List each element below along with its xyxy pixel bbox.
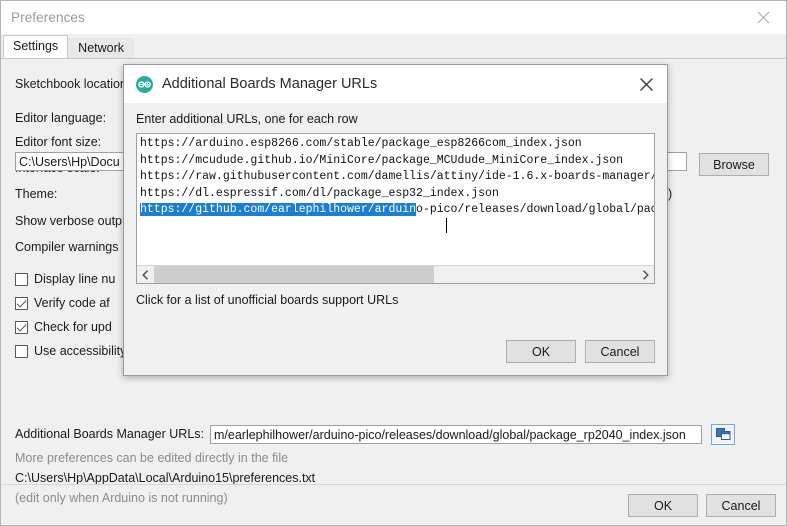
url-line-selected: https://github.com/earlephilhower/arduin…	[140, 202, 655, 219]
chevron-left-icon	[142, 269, 148, 280]
url-selection-highlight: https://github.com/earlephilhower/arduin	[140, 203, 417, 216]
window-titlebar: Preferences	[1, 1, 786, 34]
tab-network[interactable]: Network	[68, 38, 135, 59]
compiler-warnings-label: Compiler warnings	[15, 240, 119, 254]
browse-button[interactable]: Browse	[699, 153, 769, 176]
dialog-footer-buttons: OK Cancel	[506, 340, 655, 363]
unofficial-boards-hint-link[interactable]: Click for a list of unofficial boards su…	[136, 293, 655, 307]
additional-boards-urls-label: Additional Boards Manager URLs:	[15, 427, 204, 441]
url-line: https://dl.espressif.com/dl/package_esp3…	[140, 186, 499, 200]
urls-textarea[interactable]: https://arduino.esp8266.com/stable/packa…	[136, 133, 655, 284]
display-line-numbers-label: Display line nu	[34, 272, 116, 286]
chevron-right-icon	[643, 269, 649, 280]
additional-boards-urls-row: Additional Boards Manager URLs: m/earlep…	[15, 423, 776, 445]
verify-code-checkbox[interactable]	[15, 296, 28, 310]
scroll-left-button[interactable]	[137, 266, 154, 283]
use-accessibility-checkbox[interactable]	[15, 344, 28, 358]
dialog-ok-button[interactable]: OK	[506, 340, 576, 363]
text-caret	[446, 218, 447, 233]
tab-settings[interactable]: Settings	[3, 35, 69, 58]
arduino-infinity-icon	[138, 80, 151, 88]
check-for-updates-label: Check for upd	[34, 320, 112, 334]
urls-list: https://arduino.esp8266.com/stable/packa…	[137, 134, 654, 219]
open-dialog-icon	[715, 428, 730, 440]
editor-language-label: Editor language:	[15, 111, 107, 125]
more-preferences-note: More preferences can be edited directly …	[15, 451, 289, 465]
tab-settings-label: Settings	[13, 39, 59, 53]
scrollbar-thumb[interactable]	[154, 266, 435, 283]
scrollbar-track[interactable]	[154, 266, 637, 283]
tab-strip: Settings Network	[1, 34, 786, 59]
preferences-file-path: C:\Users\Hp\AppData\Local\Arduino15\pref…	[15, 471, 316, 485]
url-line: https://arduino.esp8266.com/stable/packa…	[140, 137, 582, 150]
dialog-footer-buttons: OK Cancel	[628, 494, 776, 517]
dialog-titlebar: Additional Boards Manager URLs	[124, 65, 667, 103]
sketchbook-location-label: Sketchbook location:	[15, 77, 131, 91]
theme-label: Theme:	[15, 187, 58, 201]
dialog-prompt-label: Enter additional URLs, one for each row	[136, 112, 358, 126]
footer-divider	[1, 484, 786, 485]
editor-font-size-label: Editor font size:	[15, 135, 102, 149]
verify-code-label: Verify code af	[34, 296, 110, 310]
close-icon	[639, 77, 653, 91]
scroll-right-button[interactable]	[637, 266, 654, 283]
dialog-title: Additional Boards Manager URLs	[162, 76, 378, 92]
check-for-updates-checkbox[interactable]	[15, 320, 28, 334]
display-line-numbers-checkbox[interactable]	[15, 272, 28, 286]
additional-boards-manager-urls-dialog: Additional Boards Manager URLs Enter add…	[123, 64, 668, 376]
window-close-button[interactable]	[740, 1, 786, 33]
open-boards-urls-dialog-button[interactable]	[711, 423, 735, 445]
url-line-remainder: o-pico/releases/download/global/package_…	[416, 203, 655, 216]
close-icon	[757, 11, 769, 23]
window-title: Preferences	[11, 10, 85, 25]
tab-network-label: Network	[78, 41, 125, 55]
additional-preferences-block: Additional Boards Manager URLs: m/earlep…	[15, 423, 776, 505]
preferences-cancel-button[interactable]: Cancel	[706, 494, 776, 517]
preferences-ok-button[interactable]: OK	[628, 494, 698, 517]
dialog-body: Enter additional URLs, one for each row …	[124, 103, 667, 375]
horizontal-scrollbar[interactable]	[137, 265, 654, 283]
additional-boards-urls-input[interactable]: m/earlephilhower/arduino-pico/releases/d…	[210, 424, 702, 444]
dialog-close-button[interactable]	[637, 75, 655, 93]
url-line: https://raw.githubusercontent.com/damell…	[140, 170, 654, 183]
url-line: https://mcudude.github.io/MiniCore/packa…	[140, 153, 624, 167]
arduino-logo-icon	[136, 75, 153, 93]
dialog-cancel-button[interactable]: Cancel	[585, 340, 655, 363]
show-verbose-output-label: Show verbose outp	[15, 214, 123, 228]
